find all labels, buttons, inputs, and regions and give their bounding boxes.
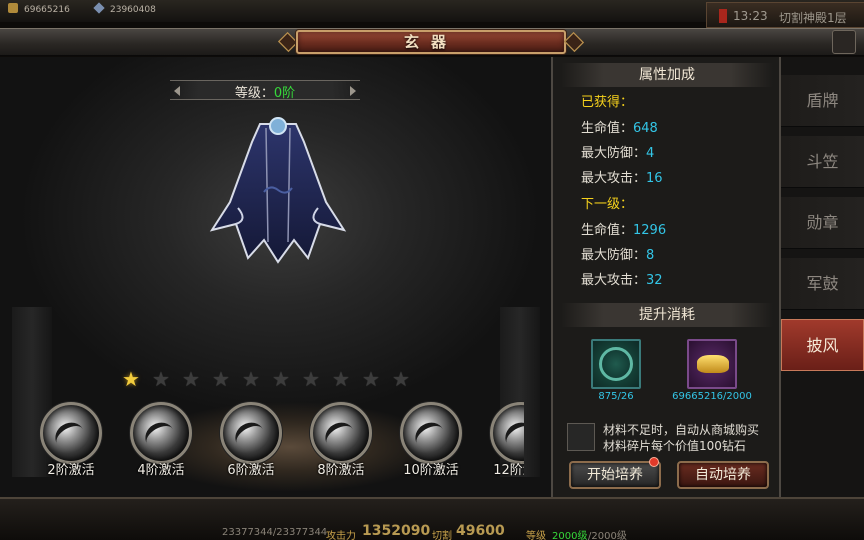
cloak-item-image bbox=[209, 117, 347, 264]
attack-value: 1352090 bbox=[362, 523, 431, 539]
skill-orb-icon bbox=[130, 402, 192, 464]
map-info[interactable]: 13:23 切割神殿1层 bbox=[706, 2, 864, 28]
autobuy-note-line2: 材料碎片每个价值100钻石 bbox=[603, 439, 746, 453]
skill-label: 4阶激活 bbox=[137, 463, 185, 478]
clock-time: 13:23 bbox=[733, 9, 768, 23]
title-plate: 玄器 bbox=[296, 30, 566, 54]
gold-resource: 69665216 bbox=[8, 3, 70, 15]
next-atk: 最大攻击：32 bbox=[581, 269, 663, 288]
skill-label: 10阶激活 bbox=[403, 463, 459, 478]
stat-value: 1296 bbox=[633, 223, 667, 238]
notification-dot-icon bbox=[649, 457, 659, 467]
skill-list: 2阶激活 4阶激活 6阶激活 8阶激活 10阶激活 12阶激活 bbox=[34, 398, 524, 482]
skill-orb-icon bbox=[40, 402, 102, 464]
tab-3[interactable]: 军鼓 bbox=[781, 258, 864, 310]
cost-header: 提升消耗 bbox=[561, 303, 773, 327]
tab-2[interactable]: 勋章 bbox=[781, 197, 864, 249]
cut-label: 切割 bbox=[432, 531, 452, 540]
gold-ingot-item[interactable] bbox=[687, 339, 737, 389]
tab-1[interactable]: 斗笠 bbox=[781, 136, 864, 188]
gold-icon bbox=[8, 3, 18, 13]
start-train-button[interactable]: 开始培养 bbox=[569, 461, 661, 489]
exp-readout: 23377344/23377344 bbox=[222, 527, 328, 538]
star-empty-icon: ★ bbox=[392, 367, 410, 391]
stat-value: 16 bbox=[646, 171, 663, 186]
skill-slot[interactable]: 10阶激活 bbox=[394, 398, 474, 482]
star-empty-icon: ★ bbox=[182, 367, 200, 391]
flag-icon bbox=[719, 9, 727, 23]
level-footer-label: 等级 bbox=[526, 531, 546, 540]
skill-slot[interactable]: 6阶激活 bbox=[214, 398, 294, 482]
stat-value: 4 bbox=[646, 146, 655, 161]
gold-count: 69665216/2000 bbox=[672, 391, 752, 402]
star-filled-icon: ★ bbox=[122, 367, 140, 391]
skill-orb-icon bbox=[490, 402, 524, 464]
autobuy-checkbox[interactable] bbox=[567, 423, 595, 451]
obtained-atk: 最大攻击：16 bbox=[581, 167, 663, 186]
material-count: 875/26 bbox=[598, 391, 634, 402]
stat-value: 32 bbox=[646, 273, 663, 288]
level-label: 等级：0阶 bbox=[170, 82, 360, 101]
diamond-icon bbox=[93, 2, 105, 14]
level-value: 0阶 bbox=[273, 86, 296, 101]
stat-name: 最大防御： bbox=[581, 248, 647, 263]
material-shard-item[interactable] bbox=[591, 339, 641, 389]
stat-name: 最大攻击： bbox=[581, 171, 647, 186]
skill-label: 2阶激活 bbox=[47, 463, 95, 478]
stat-name: 生命值： bbox=[581, 121, 634, 136]
skill-slot[interactable]: 12阶激活 bbox=[484, 398, 524, 482]
skill-slot[interactable]: 4阶激活 bbox=[124, 398, 204, 482]
stat-name: 最大攻击： bbox=[581, 273, 647, 288]
close-button[interactable] bbox=[832, 30, 856, 54]
skill-slot[interactable]: 2阶激活 bbox=[34, 398, 114, 482]
skill-slot[interactable]: 8阶激活 bbox=[304, 398, 384, 482]
cut-value: 49600 bbox=[456, 523, 505, 539]
level-key: 等级： bbox=[234, 86, 274, 101]
skill-label: 12阶激活 bbox=[493, 463, 524, 478]
star-empty-icon: ★ bbox=[242, 367, 260, 391]
attribute-panel: 属性加成 已获得： 生命值：648 最大防御：4 最大攻击：16 下一级： 生命… bbox=[551, 57, 781, 497]
star-empty-icon: ★ bbox=[302, 367, 320, 391]
gold-ingot-icon bbox=[697, 355, 729, 373]
auto-train-button[interactable]: 自动培养 bbox=[677, 461, 769, 489]
stat-value: 648 bbox=[633, 121, 658, 136]
skill-label: 8阶激活 bbox=[317, 463, 365, 478]
autobuy-note-line1: 材料不足时，自动从商城购买 bbox=[603, 423, 760, 437]
star-empty-icon: ★ bbox=[362, 367, 380, 391]
gold-amount: 69665216 bbox=[24, 5, 70, 15]
arrow-right-icon bbox=[350, 86, 356, 96]
diamond-resource: 23960408 bbox=[93, 2, 156, 15]
bottom-status-bar: 23377344/23377344 攻击力 1352090 切割 49600 等… bbox=[0, 497, 864, 540]
obtained-label: 已获得： bbox=[581, 95, 634, 110]
stat-value: 8 bbox=[646, 248, 655, 263]
star-empty-icon: ★ bbox=[152, 367, 170, 391]
level-bar: 等级：0阶 bbox=[170, 80, 360, 101]
category-tabs: 盾牌斗笠勋章军鼓披风 bbox=[781, 57, 864, 497]
skill-orb-icon bbox=[220, 402, 282, 464]
star-empty-icon: ★ bbox=[332, 367, 350, 391]
star-empty-icon: ★ bbox=[212, 367, 230, 391]
obtained-hp: 生命值：648 bbox=[581, 117, 658, 136]
attribute-header: 属性加成 bbox=[561, 63, 773, 87]
green-orb-icon bbox=[599, 347, 633, 381]
tab-0[interactable]: 盾牌 bbox=[781, 75, 864, 127]
level-footer-max: /2000级 bbox=[588, 531, 627, 540]
star-empty-icon: ★ bbox=[272, 367, 290, 391]
diamond-amount: 23960408 bbox=[110, 5, 156, 15]
skill-label: 6阶激活 bbox=[227, 463, 275, 478]
skill-orb-icon bbox=[310, 402, 372, 464]
next-hp: 生命值：1296 bbox=[581, 219, 666, 238]
stat-name: 最大防御： bbox=[581, 146, 647, 161]
attack-label: 攻击力 bbox=[326, 531, 356, 540]
map-location: 切割神殿1层 bbox=[779, 11, 847, 25]
star-rating: ★ ★ ★ ★ ★ ★ ★ ★ ★ ★ bbox=[120, 368, 412, 392]
skill-orb-icon bbox=[400, 402, 462, 464]
tab-4[interactable]: 披风 bbox=[781, 319, 864, 371]
window-title: 玄器 bbox=[403, 33, 458, 51]
next-def: 最大防御：8 bbox=[581, 244, 654, 263]
stat-name: 生命值： bbox=[581, 223, 634, 238]
next-level-label: 下一级： bbox=[581, 197, 634, 212]
obtained-def: 最大防御：4 bbox=[581, 142, 654, 161]
level-footer-value: 2000级 bbox=[552, 531, 588, 540]
